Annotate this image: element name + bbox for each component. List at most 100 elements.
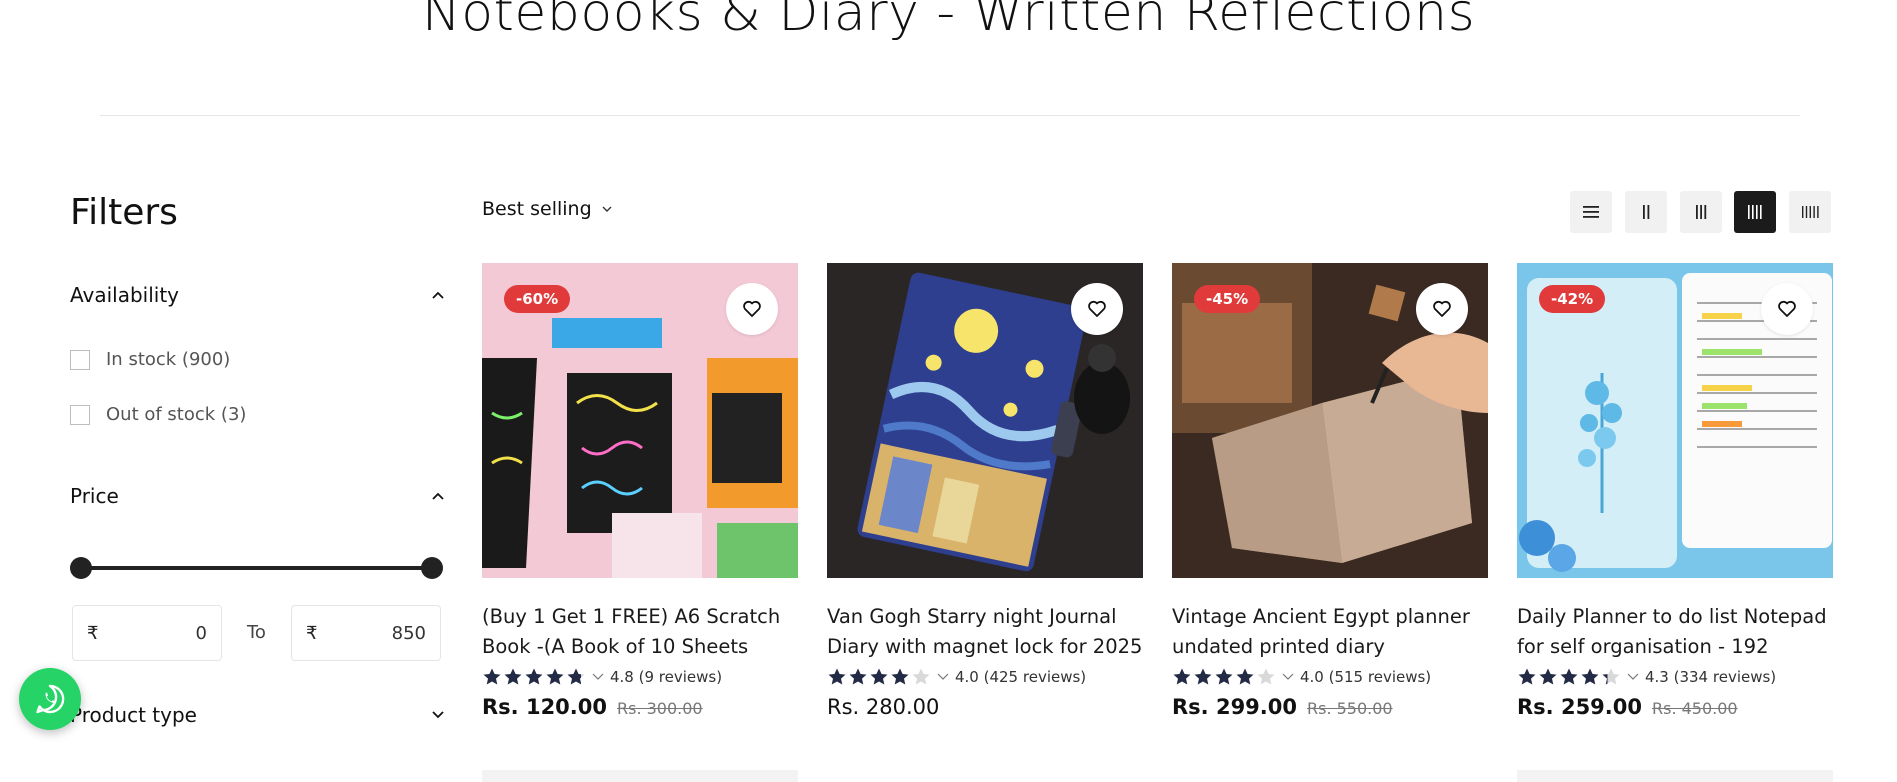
price-to-label: To [247, 622, 266, 643]
discount-badge: -42% [1539, 285, 1606, 313]
currency-symbol: ₹ [87, 622, 99, 644]
filter-out-of-stock[interactable]: Out of stock (3) [70, 404, 246, 425]
wishlist-button[interactable] [1071, 283, 1123, 335]
compare-price: Rs. 550.00 [1307, 699, 1393, 718]
star-icon [912, 668, 930, 685]
whatsapp-icon [36, 684, 65, 714]
price-facet-toggle[interactable]: Price [70, 484, 445, 508]
currency-symbol: ₹ [306, 622, 318, 644]
chevron-down-icon [937, 673, 949, 680]
price-min-input[interactable]: ₹ 0 [72, 605, 222, 661]
price-slider-track[interactable] [80, 566, 432, 570]
product-card[interactable]: -42% Daily Planner to do list Notepad fo… [1517, 263, 1833, 719]
star-icon [1236, 668, 1254, 685]
out-of-stock-label: Out of stock (3) [106, 404, 247, 425]
sort-label: Best selling [482, 198, 592, 220]
star-icon [828, 668, 846, 685]
product-title[interactable]: (Buy 1 Get 1 FREE) A6 Scratch Book -(A B… [482, 602, 798, 662]
product-card[interactable]: -60% (Buy 1 Get 1 FREE) A6 Scratch Book … [482, 263, 798, 719]
sale-price: Rs. 259.00 [1517, 695, 1642, 719]
regular-price: Rs. 280.00 [827, 695, 940, 719]
availability-facet-toggle[interactable]: Availability [70, 283, 445, 307]
view-5-columns-button[interactable] [1789, 191, 1831, 233]
rating-stars [1517, 667, 1621, 687]
chevron-down-icon [1627, 673, 1639, 680]
star-icon [1173, 668, 1191, 685]
product-price: Rs. 259.00 Rs. 450.00 [1517, 695, 1833, 719]
product-title[interactable]: Daily Planner to do list Notepad for sel… [1517, 602, 1833, 662]
out-of-stock-checkbox[interactable] [70, 404, 90, 425]
product-price: Rs. 299.00 Rs. 550.00 [1172, 695, 1488, 719]
star-icon [1560, 668, 1578, 685]
rating-text: 4.0 (515 reviews) [1300, 668, 1432, 686]
price-slider-max-handle[interactable] [421, 557, 443, 579]
grid-4-icon [1748, 205, 1762, 219]
product-price: Rs. 120.00 Rs. 300.00 [482, 695, 798, 719]
product-card[interactable]: -45% Vintage Ancient Egypt planner undat… [1172, 263, 1488, 719]
product-rating: 4.0 (515 reviews) [1172, 667, 1488, 687]
star-icon [546, 668, 564, 685]
rating-text: 4.3 (334 reviews) [1645, 668, 1777, 686]
star-icon [1518, 668, 1536, 685]
discount-badge: -60% [504, 285, 571, 313]
star-icon [525, 668, 543, 685]
heart-icon [1433, 300, 1451, 317]
rating-text: 4.8 (9 reviews) [610, 668, 723, 686]
rating-stars [827, 667, 931, 687]
compare-price: Rs. 450.00 [1652, 699, 1738, 718]
price-slider-min-handle[interactable] [70, 557, 92, 579]
filter-in-stock[interactable]: In stock (900) [70, 349, 230, 370]
discount-badge: -45% [1194, 285, 1261, 313]
star-icon [849, 668, 867, 685]
product-image[interactable] [827, 263, 1143, 578]
star-icon [1215, 668, 1233, 685]
in-stock-checkbox[interactable] [70, 349, 90, 370]
view-list-button[interactable] [1570, 191, 1612, 233]
product-rating: 4.3 (334 reviews) [1517, 667, 1833, 687]
price-label: Price [70, 484, 119, 508]
next-row-product-image [1517, 770, 1833, 782]
wishlist-button[interactable] [1416, 283, 1468, 335]
wishlist-button[interactable] [726, 283, 778, 335]
chevron-up-icon [432, 492, 444, 500]
heart-icon [1778, 300, 1796, 317]
price-max-input[interactable]: ₹ 850 [291, 605, 441, 661]
star-icon [891, 668, 909, 685]
chevron-down-icon [592, 673, 604, 680]
product-title[interactable]: Van Gogh Starry night Journal Diary with… [827, 602, 1143, 662]
price-min-value: 0 [195, 622, 207, 644]
sale-price: Rs. 299.00 [1172, 695, 1297, 719]
star-icon [1257, 668, 1275, 685]
star-icon [1194, 668, 1212, 685]
rating-stars [1172, 667, 1276, 687]
view-2-columns-button[interactable] [1625, 191, 1667, 233]
star-icon [1539, 668, 1557, 685]
star-icon [1602, 668, 1620, 685]
whatsapp-chat-button[interactable] [19, 668, 81, 730]
sort-dropdown[interactable]: Best selling [482, 198, 612, 220]
star-icon [567, 668, 585, 685]
product-type-label: Product type [70, 703, 197, 727]
in-stock-label: In stock (900) [106, 349, 231, 370]
wishlist-button[interactable] [1761, 283, 1813, 335]
product-type-facet-toggle[interactable]: Product type [70, 703, 445, 727]
view-4-columns-button[interactable] [1734, 191, 1776, 233]
product-image[interactable]: -42% [1517, 263, 1833, 578]
star-icon [1581, 668, 1599, 685]
product-price: Rs. 280.00 [827, 695, 1143, 719]
chevron-up-icon [432, 291, 444, 299]
product-image[interactable]: -45% [1172, 263, 1488, 578]
product-card[interactable]: Van Gogh Starry night Journal Diary with… [827, 263, 1143, 719]
grid-5-icon [1802, 206, 1819, 218]
product-title[interactable]: Vintage Ancient Egypt planner undated pr… [1172, 602, 1488, 662]
grid-3-icon [1696, 205, 1707, 219]
product-rating: 4.8 (9 reviews) [482, 667, 798, 687]
compare-price: Rs. 300.00 [617, 699, 703, 718]
grid-2-icon [1643, 205, 1650, 219]
view-3-columns-button[interactable] [1680, 191, 1722, 233]
divider [100, 115, 1800, 116]
star-icon [483, 668, 501, 685]
product-image[interactable]: -60% [482, 263, 798, 578]
sale-price: Rs. 120.00 [482, 695, 607, 719]
page-title: Notebooks & Diary - Written Reflections [421, 0, 1476, 43]
